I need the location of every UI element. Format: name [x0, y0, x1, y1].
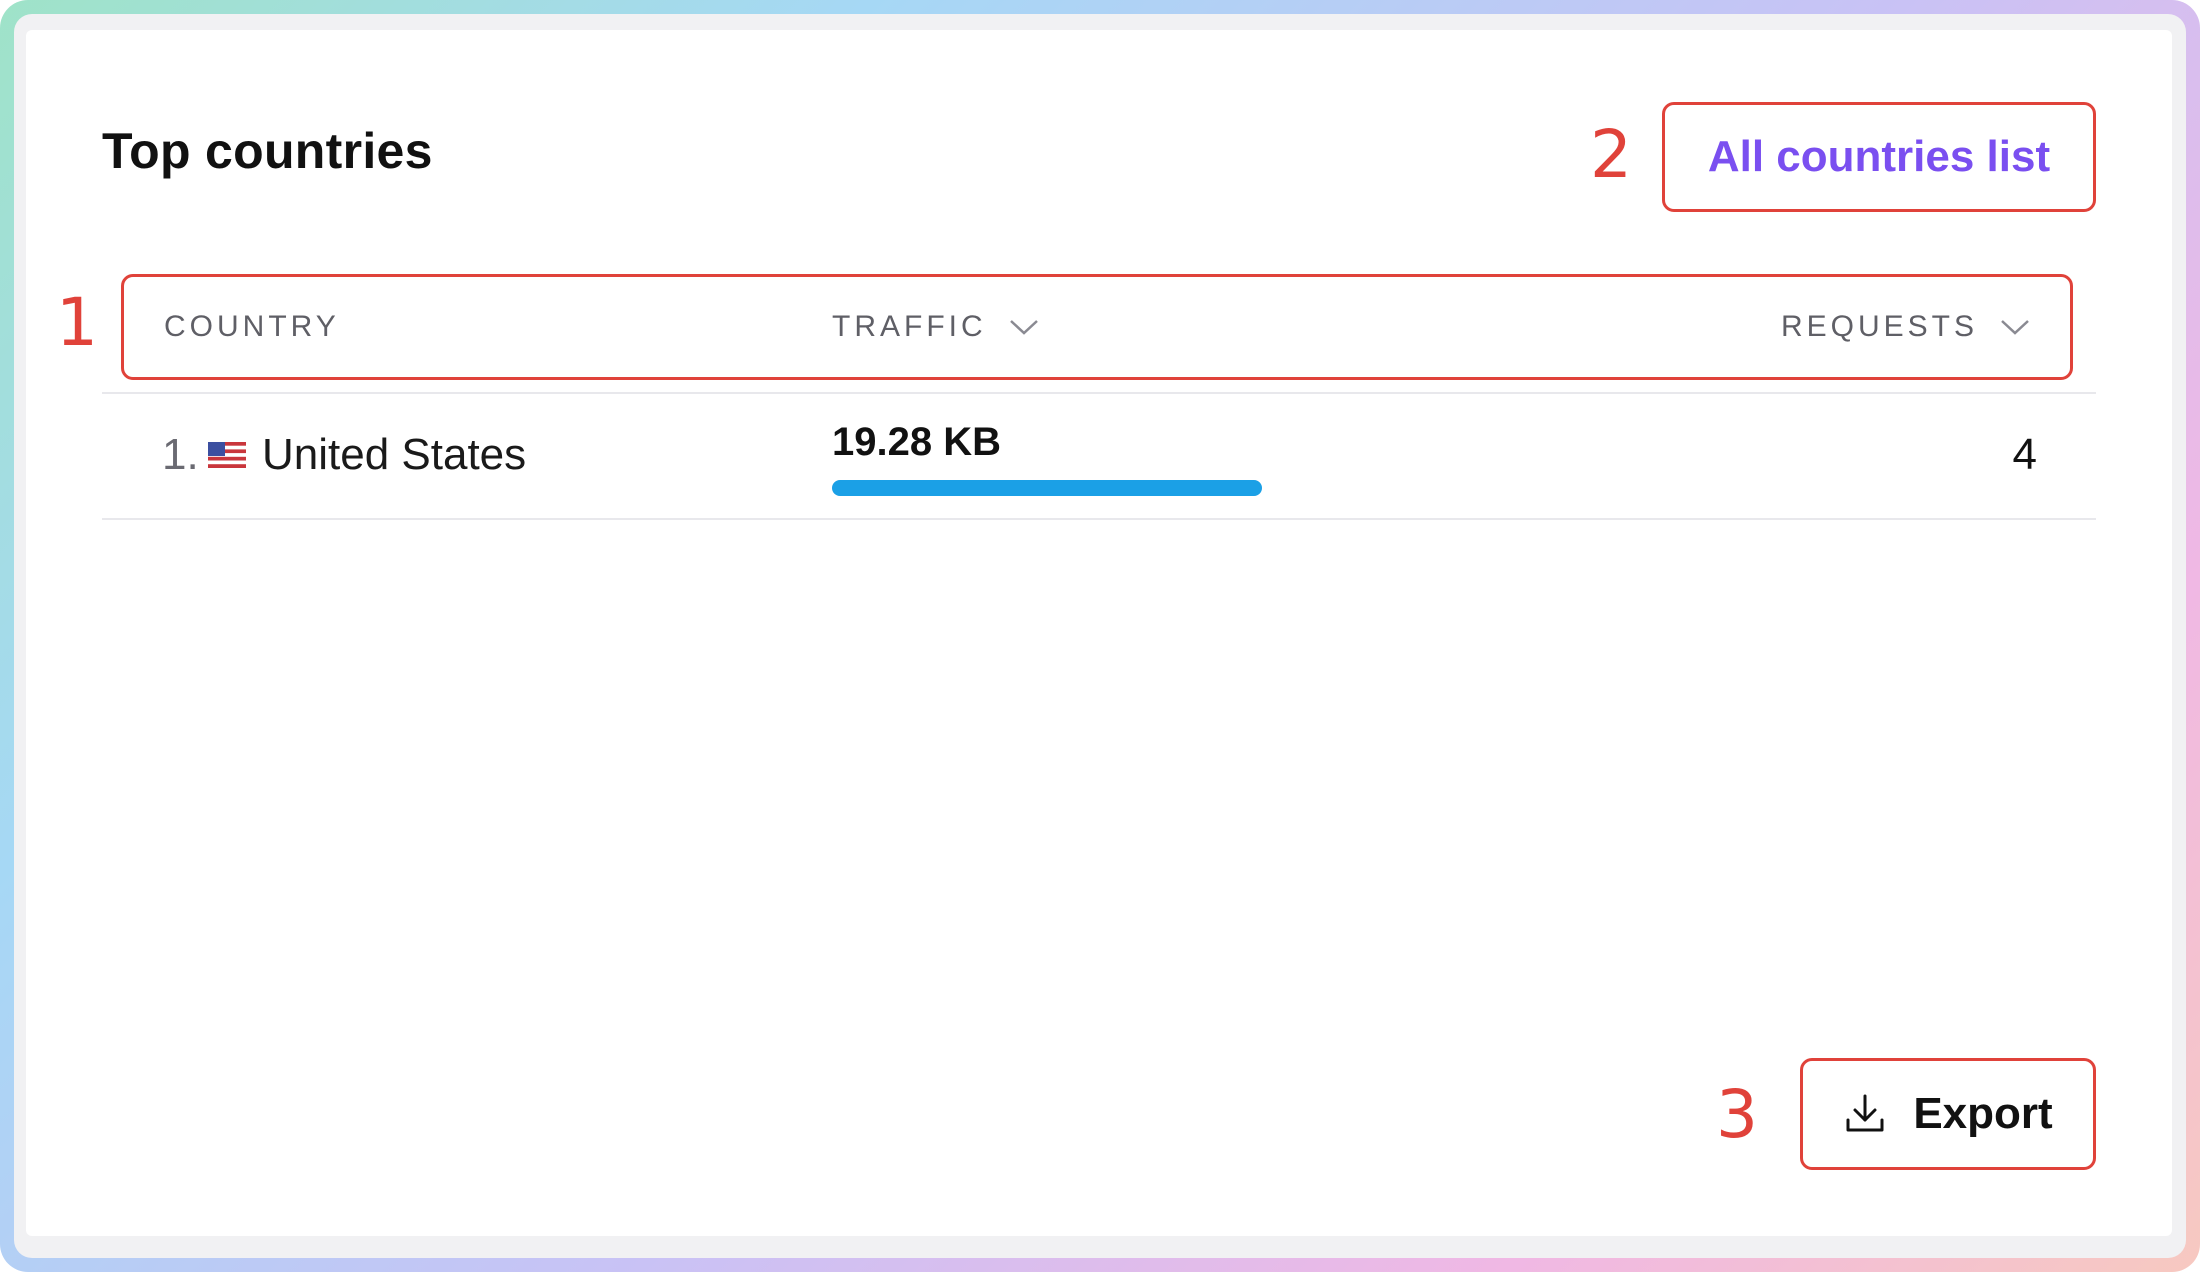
column-header-traffic[interactable]: TRAFFIC: [832, 277, 1039, 377]
annotation-marker-1: 1: [56, 284, 98, 361]
column-header-country-label: COUNTRY: [164, 310, 340, 343]
column-header-country: COUNTRY: [164, 277, 340, 377]
row-country-name: United States: [262, 430, 527, 479]
column-header-requests-label: REQUESTS: [1780, 310, 1978, 343]
annotation-marker-2: 2: [1590, 116, 1632, 193]
card-title: Top countries: [102, 123, 433, 179]
row-requests-value: 4: [2012, 430, 2037, 479]
column-header-traffic-label: TRAFFIC: [832, 310, 987, 343]
traffic-bar-track: [832, 480, 1262, 496]
row-traffic-value: 19.28 KB: [832, 420, 1001, 464]
export-button[interactable]: Export: [1800, 1058, 2096, 1170]
header-divider: [102, 392, 2096, 394]
table-header: COUNTRY TRAFFIC REQUESTS: [121, 274, 2073, 380]
chevron-down-icon[interactable]: [1009, 318, 1039, 336]
chevron-down-icon[interactable]: [2000, 318, 2030, 336]
us-flag-icon: [208, 442, 246, 468]
row-divider: [102, 518, 2096, 520]
all-countries-list-button[interactable]: All countries list: [1662, 102, 2096, 212]
annotation-marker-3: 3: [1716, 1076, 1758, 1153]
traffic-bar-fill: [832, 480, 1262, 496]
download-icon: [1846, 1094, 1884, 1132]
row-rank: 1.: [162, 430, 199, 479]
column-header-requests[interactable]: REQUESTS: [1781, 277, 2030, 377]
export-button-label: Export: [1913, 1089, 2053, 1138]
